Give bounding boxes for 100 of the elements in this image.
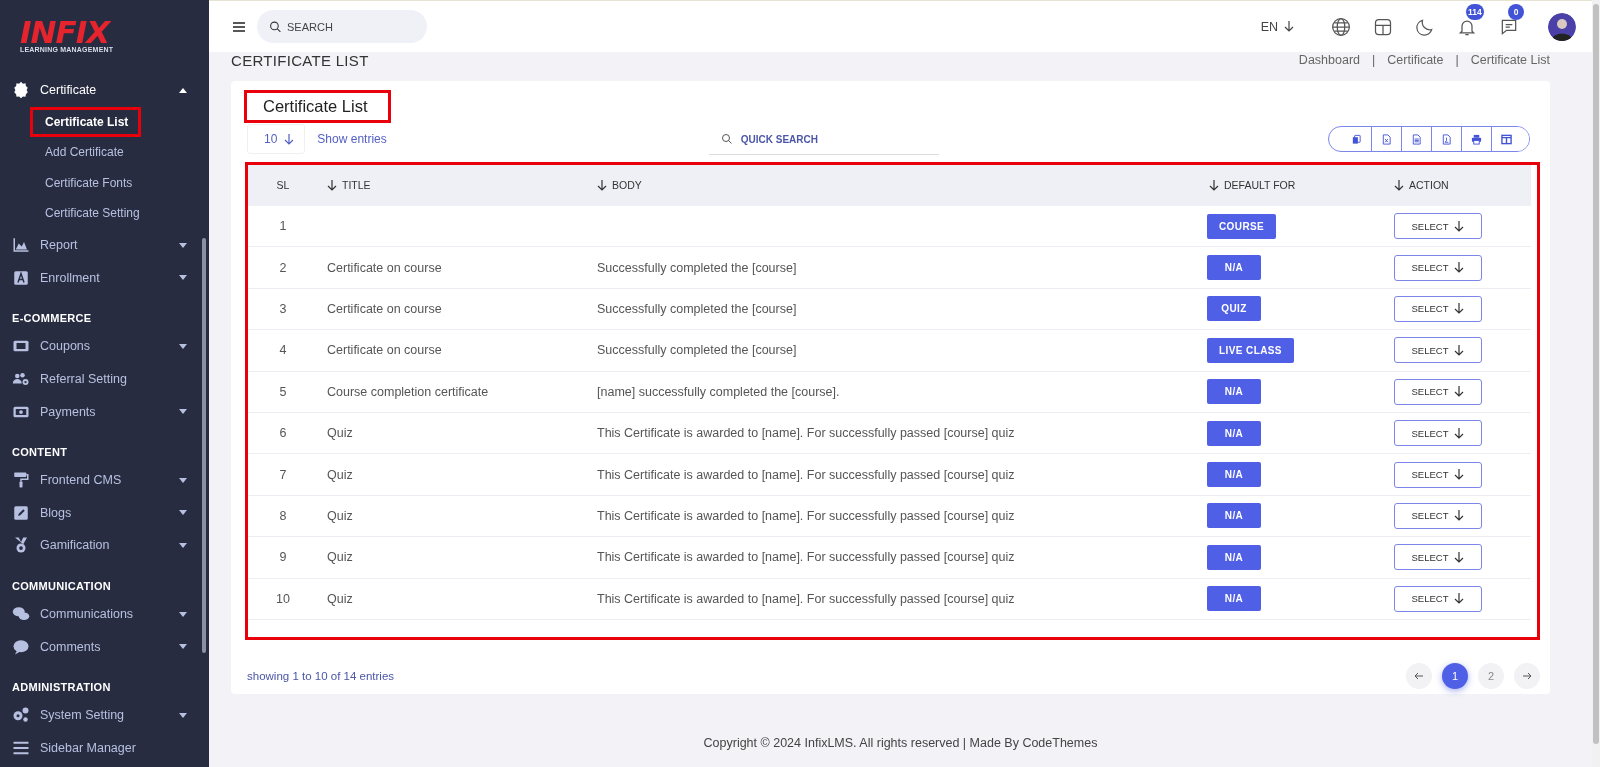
select-button[interactable]: SELECT — [1394, 213, 1482, 240]
table-cell: 8 — [247, 495, 319, 538]
badge-icon — [12, 81, 30, 100]
table-cell: 10 — [247, 578, 319, 620]
table-cell: 2 — [247, 247, 319, 289]
search-icon — [269, 20, 282, 33]
table-cell: Successfully completed the [course] — [589, 247, 1201, 289]
table-cell: This Certificate is awarded to [name]. For successfully passed [course] quiz — [589, 454, 1201, 496]
table-cell: 5 — [247, 371, 319, 413]
submenu-item[interactable]: Certificate List — [33, 109, 139, 134]
breadcrumb-separator: | — [1372, 53, 1376, 67]
message-count: 0 — [1508, 3, 1524, 20]
avatar[interactable] — [1548, 12, 1576, 41]
select-button[interactable]: SELECT — [1394, 585, 1482, 612]
language-selector[interactable]: EN — [1254, 18, 1300, 35]
section-heading: E-COMMERCE — [11, 311, 93, 327]
sidebar-item[interactable]: Sidebar Manager — [0, 731, 209, 765]
default-for-badge: QUIZ — [1207, 296, 1261, 322]
text-file-icon — [1411, 133, 1422, 145]
table-cell: Quiz — [319, 454, 589, 496]
column-header[interactable]: ACTION — [1386, 164, 1531, 206]
table-cell: Certificate on course — [319, 288, 589, 331]
table-cell: 9 — [247, 537, 319, 579]
select-button[interactable]: SELECT — [1394, 295, 1482, 322]
search-icon — [720, 133, 733, 145]
section-heading: ADMINISTRATION — [11, 679, 112, 695]
sidebar-item[interactable]: Report — [0, 228, 209, 262]
sidebar-item[interactable]: System Setting — [0, 698, 209, 732]
column-header[interactable]: TITLE — [319, 164, 589, 206]
sidebar-item[interactable]: Gamification — [0, 529, 209, 562]
submenu-item[interactable]: Add Certificate — [45, 140, 132, 165]
scrollbar[interactable] — [202, 238, 206, 653]
globe-button[interactable] — [1330, 15, 1352, 38]
letter-box-icon — [12, 268, 30, 287]
paint-roller-icon — [12, 471, 30, 490]
copyright-text: Copyright © 2024 InfixLMS. All rights reserved | Made By CodeThemes — [703, 736, 1098, 750]
table-cell: Successfully completed the [course] — [589, 330, 1201, 372]
sidebar-item[interactable]: Certificate — [0, 74, 209, 107]
table-cell: Course completion certificate — [319, 371, 589, 413]
breadcrumb-link[interactable]: Certificate List — [1470, 53, 1550, 67]
breadcrumb-link[interactable]: Dashboard — [1298, 53, 1360, 67]
pdf-file-icon — [1441, 133, 1452, 145]
default-for-badge: N/A — [1207, 586, 1261, 612]
printer-icon — [1471, 133, 1482, 145]
select-button[interactable]: SELECT — [1394, 461, 1482, 488]
sidebar-item[interactable]: Blogs — [0, 496, 209, 530]
arrow-down-icon — [327, 179, 337, 191]
entries-select[interactable]: 10 — [247, 124, 306, 154]
table-cell: 4 — [247, 330, 319, 372]
columns-button[interactable] — [1491, 127, 1529, 151]
select-button[interactable]: SELECT — [1394, 254, 1482, 281]
select-button[interactable]: SELECT — [1394, 337, 1482, 364]
chat-bubbles-icon — [12, 605, 30, 623]
columns-icon — [1501, 133, 1512, 145]
arrow-down-icon — [1454, 344, 1465, 356]
breadcrumb-link[interactable]: Certificate — [1387, 53, 1444, 67]
quick-search-field[interactable]: QUICK SEARCH — [708, 123, 939, 155]
column-header[interactable]: DEFAULT FOR — [1201, 164, 1386, 206]
select-button[interactable]: SELECT — [1394, 378, 1482, 405]
page-title: CERTIFICATE LIST — [231, 51, 369, 69]
card-title: Certificate List — [247, 93, 388, 120]
select-button[interactable]: SELECT — [1394, 502, 1482, 529]
submenu-item[interactable]: Certificate Setting — [45, 201, 148, 226]
table-cell: Quiz — [319, 537, 589, 579]
arrow-down-icon — [1284, 21, 1294, 32]
copy-icon — [1350, 133, 1362, 145]
table-cell: This Certificate is awarded to [name]. For successfully passed [course] quiz — [589, 495, 1201, 538]
arrow-down-icon — [1454, 551, 1465, 563]
select-button[interactable]: SELECT — [1394, 544, 1482, 571]
sidebar-item[interactable]: Comments — [0, 630, 209, 663]
breadcrumb-separator: | — [1455, 53, 1459, 67]
select-button[interactable]: SELECT — [1394, 420, 1482, 447]
arrow-down-icon — [597, 179, 607, 191]
table-cell: [name] successfully completed the [course]. — [589, 371, 1201, 413]
page-button[interactable]: 1 — [1442, 662, 1468, 689]
column-header[interactable]: BODY — [589, 164, 1201, 206]
sidebar-item[interactable]: Payments — [0, 395, 209, 428]
sidebar-item[interactable]: Frontend CMS — [0, 463, 209, 497]
arrow-down-icon — [1454, 386, 1465, 398]
table-cell: Quiz — [319, 412, 589, 455]
chart-icon — [12, 236, 30, 255]
pencil-box-icon — [12, 503, 30, 522]
sidebar-item[interactable]: Coupons — [0, 330, 209, 363]
sidebar-item[interactable]: Communications — [0, 597, 209, 631]
submenu-item[interactable]: Certificate Fonts — [45, 170, 141, 195]
table-cell: Certificate on course — [319, 330, 589, 372]
sidebar-item[interactable]: Enrollment — [0, 261, 209, 295]
arrow-down-icon — [1454, 510, 1465, 522]
entries-label: Show entries — [317, 132, 387, 146]
scrollbar[interactable] — [1592, 0, 1600, 767]
search-field[interactable]: SEARCH — [257, 10, 427, 43]
default-for-badge: COURSE — [1207, 213, 1277, 239]
table-cell: Quiz — [319, 578, 589, 620]
arrow-down-icon — [284, 133, 295, 145]
sidebar-item[interactable]: Referral Setting — [0, 362, 209, 396]
arrow-down-icon — [1454, 220, 1465, 232]
column-header[interactable]: SL — [247, 164, 319, 206]
default-for-badge: N/A — [1207, 503, 1261, 529]
gears-icon — [12, 706, 30, 725]
default-for-badge: LIVE CLASS — [1207, 337, 1294, 363]
